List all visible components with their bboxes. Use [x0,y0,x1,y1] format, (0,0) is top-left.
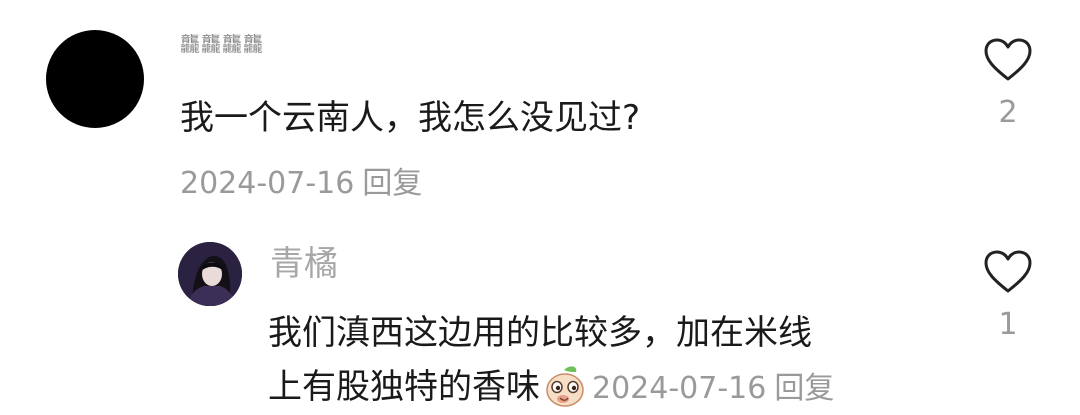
like-count: 1 [998,307,1018,342]
reply-comment-item: 青橘 我们滇西这边用的比较多，加在米线 上有股独特的香味 2024-07-16 回… [0,210,1080,414]
reply-button[interactable]: 回复 [774,371,834,406]
username[interactable]: 青橘 [270,244,338,285]
comment-text-line: 我们滇西这边用的比较多，加在米线 [268,313,812,353]
like-block: 1 [978,250,1038,340]
comment-text: 我们滇西这边用的比较多，加在米线 上有股独特的香味 2024-07-16 回复 [268,306,834,415]
comment-text-line-content: 上有股独特的香味 [268,367,540,408]
comment-item: 龘龘龘龘 我一个云南人，我怎么没见过? 2024-07-16 回复 2 [0,0,1080,210]
comment-meta: 2024-07-16 回复 [180,158,422,202]
comment-meta: 2024-07-16 回复 [592,371,834,406]
comment-date: 2024-07-16 [180,166,355,201]
heart-icon[interactable] [984,38,1032,82]
like-block: 2 [978,38,1038,128]
username[interactable]: 龘龘龘龘 [180,34,264,54]
comment-text-line: 上有股独特的香味 2024-07-16 回复 [268,360,834,414]
like-count: 2 [998,95,1018,130]
peach-smirk-emoji [546,366,584,407]
avatar[interactable] [178,242,242,306]
avatar[interactable] [46,30,144,128]
comment-text: 我一个云南人，我怎么没见过? [180,98,641,138]
avatar-illustration [178,242,242,306]
heart-icon[interactable] [984,250,1032,294]
comment-date: 2024-07-16 [592,371,767,407]
reply-button[interactable]: 回复 [362,166,422,201]
